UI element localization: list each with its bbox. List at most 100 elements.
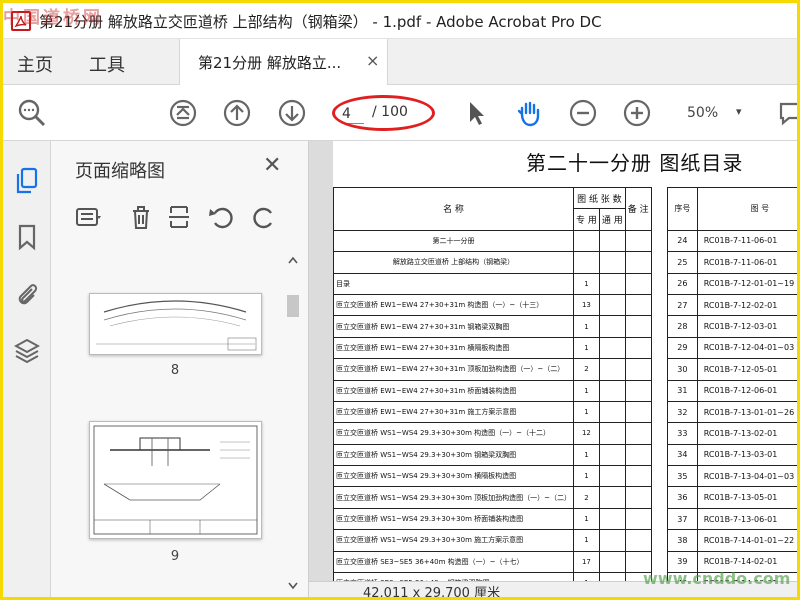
row-note: [624, 315, 652, 338]
header-general: 通 用: [598, 208, 626, 231]
next-page-icon[interactable]: [277, 98, 307, 128]
table-row: 30 RC01B-7-12-05-01: [667, 358, 797, 381]
layers-icon[interactable]: [14, 337, 40, 365]
thumbnail-page-9[interactable]: [89, 421, 262, 539]
row-special-count: 1: [573, 529, 600, 552]
row-name: 匝立交匝道桥 EW1~EW4 27+30+31m 桥面铺装构造图: [333, 379, 574, 402]
row-name: 匝立交匝道桥 WS1~WS4 29.3+30+30m 施工方案示意图: [333, 529, 574, 552]
row-drawing-no: RC01B-7-12-03-01: [696, 315, 797, 338]
close-tab-icon[interactable]: ×: [366, 51, 379, 70]
row-name: 匝立交匝道桥 EW1~EW4 27+30+31m 钢箱梁双胸图: [333, 315, 574, 338]
row-general-count: [598, 572, 626, 581]
select-cursor-icon[interactable]: [461, 98, 491, 128]
row-name: 匝立交匝道桥 SE3~SE5 36+40m 构造图（一）~（十七）: [333, 550, 574, 574]
page-thumbnails-icon[interactable]: [14, 167, 40, 195]
table-row: 26 RC01B-7-12-01-01~19: [667, 272, 797, 295]
title-bar: 第21分册 解放路立交匝道桥 上部结构（钢箱梁） - 1.pdf - Adobe…: [3, 3, 797, 39]
row-index: 35: [667, 465, 698, 488]
table-row: 匝立交匝道桥 WS1~WS4 29.3+30+30m 桥面铺装构造图 1: [333, 507, 652, 531]
row-special-count: 2: [573, 358, 600, 381]
bookmark-icon[interactable]: [14, 223, 40, 251]
row-drawing-no: RC01B-7-13-01-01~26: [696, 400, 797, 424]
table-row: 匝立交匝道桥 SE3~SE5 36+40m 钢箱梁双胸图1: [333, 572, 652, 581]
zoom-level[interactable]: 50%: [687, 105, 718, 121]
row-name: 匝立交匝道桥 WS1~WS4 29.3+30+30m 顶板加劲构造图（一）~（二…: [333, 486, 574, 509]
table-row: 32 RC01B-7-13-01-01~26: [667, 400, 797, 424]
first-page-icon[interactable]: [168, 98, 198, 128]
document-view[interactable]: 第二十一分册 图纸目录 名 称 图 纸 张 数 备 注 专 用 通 用 第二十一…: [309, 141, 797, 581]
comment-icon[interactable]: [777, 98, 797, 128]
acrobat-window: 第21分册 解放路立交匝道桥 上部结构（钢箱梁） - 1.pdf - Adobe…: [3, 3, 797, 597]
table-row: 匝立交匝道桥 WS1~WS4 29.3+30+30m 横隔板构造图 1: [333, 465, 652, 488]
row-index: 38: [667, 529, 698, 552]
document-heading: 第二十一分册 图纸目录: [526, 151, 744, 175]
row-drawing-no: RC01B-7-11-06-01: [696, 251, 797, 274]
row-note: [624, 486, 652, 509]
row-name: 匝立交匝道桥 WS1~WS4 29.3+30+30m 桥面铺装构造图: [333, 507, 574, 531]
row-note: [624, 229, 652, 253]
toolbar: / 100 50% ▾: [3, 85, 797, 141]
delete-icon[interactable]: [127, 203, 155, 231]
row-index: 27: [667, 293, 698, 317]
row-name: 目录: [333, 272, 574, 295]
zoom-dropdown-caret[interactable]: ▾: [736, 105, 742, 118]
row-special-count: 1: [573, 572, 600, 581]
row-name: 匝立交匝道桥 EW1~EW4 27+30+31m 顶板加劲构造图（一）~（二）: [333, 358, 574, 381]
document-tab[interactable]: 第21分册 解放路立... ×: [179, 39, 388, 85]
row-note: [624, 443, 652, 467]
zoom-in-icon[interactable]: [622, 98, 652, 128]
hand-tool-icon[interactable]: [514, 98, 544, 128]
table-row: 匝立交匝道桥 EW1~EW4 27+30+31m 桥面铺装构造图 1: [333, 379, 652, 402]
table-row: 第二十一分册: [333, 229, 652, 253]
header-note: 备 注: [624, 187, 652, 231]
table-row: 匝立交匝道桥 SE3~SE5 36+40m 构造图（一）~（十七） 17: [333, 550, 652, 574]
thumbnail-scrollbar[interactable]: [285, 253, 301, 593]
row-drawing-no: RC01B-7-12-05-01: [696, 358, 797, 381]
thumbnail-tools: [75, 203, 305, 233]
row-note: [624, 529, 652, 552]
row-drawing-no: RC01B-7-12-06-01: [696, 379, 797, 402]
row-index: 36: [667, 486, 698, 509]
search-icon[interactable]: [17, 98, 47, 128]
table-row: 35 RC01B-7-13-04-01~03: [667, 465, 797, 488]
extract-pages-icon[interactable]: [165, 203, 193, 231]
row-general-count: [598, 358, 626, 381]
rotate-left-icon[interactable]: [207, 203, 235, 231]
menu-home[interactable]: 主页: [17, 51, 53, 77]
table-row: 匝立交匝道桥 WS1~WS4 29.3+30+30m 顶板加劲构造图（一）~（二…: [333, 486, 652, 509]
row-name: 匝立交匝道桥 EW1~EW4 27+30+31m 横隔板构造图: [333, 336, 574, 360]
table-row: 匝立交匝道桥 EW1~EW4 27+30+31m 钢箱梁双胸图 1: [333, 315, 652, 338]
thumbnail-options-icon[interactable]: [75, 203, 103, 231]
thumbnail-page-8[interactable]: [89, 293, 262, 355]
row-name: 匝立交匝道桥 EW1~EW4 27+30+31m 施工方案示意图: [333, 400, 574, 424]
row-general-count: [598, 379, 626, 402]
row-drawing-no: RC01B-7-13-04-01~03: [696, 465, 797, 488]
row-special-count: 1: [573, 272, 600, 295]
row-note: [624, 336, 652, 360]
attachment-icon[interactable]: [14, 279, 40, 307]
table-row: 38 RC01B-7-14-01-01~22: [667, 529, 797, 552]
row-general-count: [598, 251, 626, 274]
row-index: 29: [667, 336, 698, 360]
row-special-count: 1: [573, 507, 600, 531]
close-panel-icon[interactable]: ✕: [263, 153, 281, 178]
row-special-count: [573, 229, 600, 253]
table-row: 匝立交匝道桥 EW1~EW4 27+30+31m 构造图（一）~（十三） 13: [333, 293, 652, 317]
thumbnail-label: 8: [170, 363, 180, 378]
row-general-count: [598, 465, 626, 488]
row-drawing-no: RC01B-7-12-02-01: [696, 293, 797, 317]
row-index: 31: [667, 379, 698, 402]
menu-tools[interactable]: 工具: [89, 51, 125, 77]
rotate-right-icon[interactable]: [251, 203, 279, 231]
zoom-out-icon[interactable]: [568, 98, 598, 128]
row-name: 第二十一分册: [333, 229, 574, 253]
row-index: 24: [667, 229, 698, 253]
table-row: 25 RC01B-7-11-06-01: [667, 251, 797, 274]
row-index: 28: [667, 315, 698, 338]
table-row: 解放路立交匝道桥 上部结构（钢箱梁）: [333, 251, 652, 274]
row-special-count: 17: [573, 550, 600, 574]
row-special-count: 1: [573, 315, 600, 338]
row-note: [624, 507, 652, 531]
row-special-count: 1: [573, 379, 600, 402]
previous-page-icon[interactable]: [222, 98, 252, 128]
